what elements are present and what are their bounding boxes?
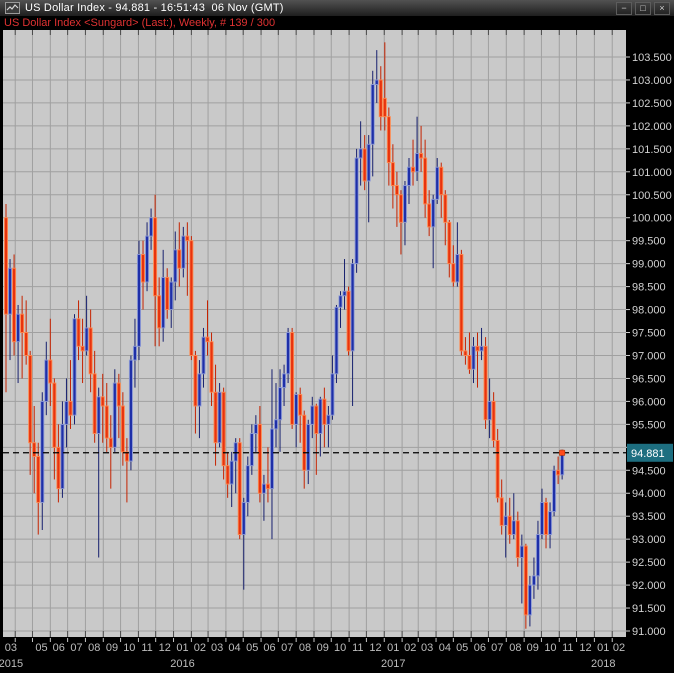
svg-text:06: 06	[53, 642, 65, 654]
svg-text:12: 12	[579, 642, 591, 654]
svg-text:10: 10	[123, 642, 135, 654]
svg-text:09: 09	[106, 642, 118, 654]
svg-text:95.500: 95.500	[632, 419, 666, 431]
svg-text:102.000: 102.000	[632, 121, 672, 133]
svg-text:11: 11	[352, 642, 363, 654]
svg-text:12: 12	[369, 642, 381, 654]
maximize-button[interactable]: □	[635, 2, 651, 15]
svg-text:99.500: 99.500	[632, 236, 666, 248]
last-price-marker	[559, 450, 564, 455]
svg-text:06: 06	[263, 642, 275, 654]
svg-text:94.881: 94.881	[631, 448, 665, 460]
svg-text:05: 05	[246, 642, 258, 654]
minimize-button[interactable]: −	[616, 2, 632, 15]
svg-text:2018: 2018	[591, 658, 615, 670]
window-controls: − □ ×	[616, 2, 671, 15]
svg-text:93.500: 93.500	[632, 511, 666, 523]
price-chart[interactable]: 103.500 103.000 102.500 102.000 101.500 101.0…	[0, 30, 674, 673]
svg-text:94.000: 94.000	[632, 488, 666, 500]
y-axis-price-scale[interactable]: 103.500 103.000 102.500 102.000 101.500 101.0…	[626, 52, 672, 638]
x-axis-time-scale[interactable]: 03 05 06 07 08 09 10 11 12 01 02 03 04 05 06 07 08 09 10 11…	[0, 642, 625, 670]
svg-text:08: 08	[509, 642, 521, 654]
svg-text:100.500: 100.500	[632, 190, 672, 202]
svg-text:06: 06	[474, 642, 486, 654]
svg-text:05: 05	[456, 642, 468, 654]
svg-text:02: 02	[404, 642, 416, 654]
svg-text:94.500: 94.500	[632, 465, 666, 477]
svg-text:2016: 2016	[170, 658, 194, 670]
svg-text:09: 09	[317, 642, 329, 654]
sparkline-chart-icon	[5, 2, 20, 14]
svg-text:03: 03	[211, 642, 223, 654]
svg-text:92.500: 92.500	[632, 557, 666, 569]
close-button[interactable]: ×	[654, 2, 670, 15]
svg-text:91.000: 91.000	[632, 626, 666, 638]
svg-text:97.000: 97.000	[632, 350, 666, 362]
svg-text:93.000: 93.000	[632, 534, 666, 546]
svg-text:04: 04	[228, 642, 240, 654]
svg-text:10: 10	[544, 642, 556, 654]
window-titlebar[interactable]: US Dollar Index - 94.881 - 16:51:43 06 N…	[0, 0, 674, 17]
svg-text:102.500: 102.500	[632, 98, 672, 110]
current-price-tag: 94.881	[627, 444, 673, 462]
svg-text:04: 04	[439, 642, 451, 654]
svg-text:103.000: 103.000	[632, 75, 672, 87]
svg-text:100.000: 100.000	[632, 213, 672, 225]
svg-text:11: 11	[562, 642, 573, 654]
svg-text:10: 10	[334, 642, 346, 654]
window-title: US Dollar Index - 94.881 - 16:51:43 06 N…	[25, 2, 284, 14]
svg-text:08: 08	[299, 642, 311, 654]
svg-text:101.000: 101.000	[632, 167, 672, 179]
svg-text:92.000: 92.000	[632, 580, 666, 592]
svg-text:03: 03	[5, 642, 17, 654]
instrument-status-line: US Dollar Index <Sungard> (Last:), Weekl…	[0, 17, 674, 30]
svg-text:08: 08	[88, 642, 100, 654]
svg-text:91.500: 91.500	[632, 603, 666, 615]
svg-text:07: 07	[491, 642, 503, 654]
svg-text:02: 02	[194, 642, 206, 654]
svg-text:11: 11	[141, 642, 152, 654]
svg-text:01: 01	[176, 642, 188, 654]
svg-text:2017: 2017	[381, 658, 405, 670]
svg-text:103.500: 103.500	[632, 52, 672, 64]
svg-text:02: 02	[613, 642, 625, 654]
svg-text:09: 09	[527, 642, 539, 654]
svg-text:2015: 2015	[0, 658, 23, 670]
svg-text:96.000: 96.000	[632, 396, 666, 408]
svg-text:01: 01	[597, 642, 609, 654]
svg-text:05: 05	[35, 642, 47, 654]
svg-text:07: 07	[70, 642, 82, 654]
svg-text:01: 01	[387, 642, 399, 654]
svg-text:97.500: 97.500	[632, 328, 666, 340]
svg-text:07: 07	[281, 642, 293, 654]
svg-text:98.000: 98.000	[632, 305, 666, 317]
svg-text:101.500: 101.500	[632, 144, 672, 156]
svg-text:98.500: 98.500	[632, 282, 666, 294]
svg-text:03: 03	[421, 642, 433, 654]
svg-text:99.000: 99.000	[632, 259, 666, 271]
svg-text:12: 12	[159, 642, 171, 654]
svg-text:96.500: 96.500	[632, 373, 666, 385]
